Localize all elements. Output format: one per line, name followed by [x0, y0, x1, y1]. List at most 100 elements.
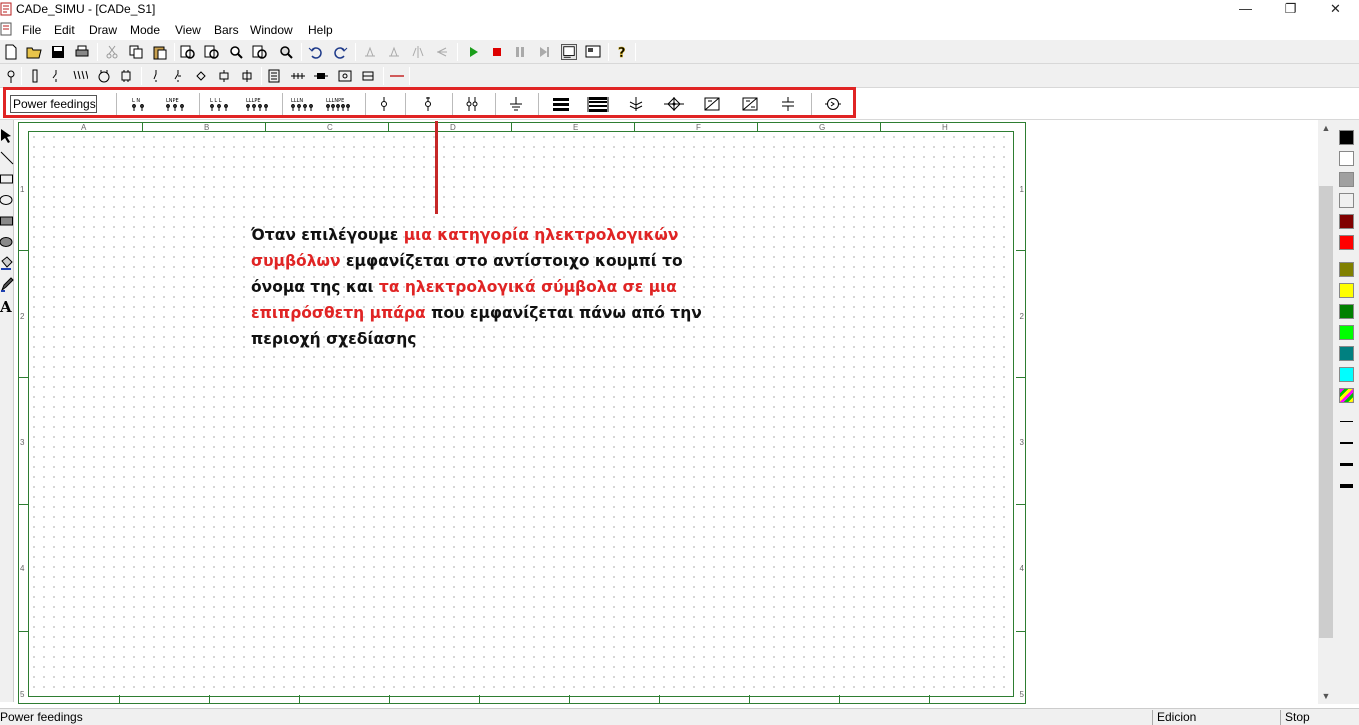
color-swatch-black[interactable]: [1339, 130, 1354, 145]
color-swatch-maroon[interactable]: [1339, 214, 1354, 229]
switch-category-icon[interactable]: [48, 68, 64, 84]
scroll-up-icon[interactable]: ▲: [1318, 120, 1334, 136]
color-swatch-white[interactable]: [1339, 151, 1354, 166]
save-icon[interactable]: [50, 44, 66, 60]
doc-icon[interactable]: [0, 22, 13, 36]
view-page-icon[interactable]: [561, 44, 577, 60]
fuse-category-icon[interactable]: [27, 68, 43, 84]
menu-bars[interactable]: Bars: [214, 23, 239, 37]
menu-file[interactable]: File: [22, 23, 41, 37]
ellipse-tool-icon[interactable]: [0, 190, 14, 210]
status-hint: Power feedings: [0, 710, 83, 724]
filled-rectangle-tool-icon[interactable]: [0, 211, 14, 231]
fill-bucket-icon[interactable]: [0, 253, 14, 273]
menu-bar: File Edit Draw Mode View Bars Window Hel…: [0, 20, 1359, 54]
line-width-1[interactable]: [1340, 421, 1353, 422]
terminal-category-icon[interactable]: [290, 68, 306, 84]
redo-icon[interactable]: [332, 44, 348, 60]
color-swatch-light-gray[interactable]: [1339, 193, 1354, 208]
motor-category-icon[interactable]: [96, 68, 112, 84]
maximize-button[interactable]: ❐: [1268, 0, 1313, 20]
color-swatch-yellow[interactable]: [1339, 283, 1354, 298]
zoom-in-icon[interactable]: [180, 44, 196, 60]
nc-contact-category-icon[interactable]: [170, 68, 186, 84]
annotation-text: Όταν επιλέγουμε μια κατηγορία ηλεκτρολογ…: [251, 222, 731, 352]
cut-icon[interactable]: [104, 44, 120, 60]
annotation-part-1: Όταν επιλέγουμε: [251, 226, 404, 244]
color-swatch-teal[interactable]: [1339, 346, 1354, 361]
line-width-4[interactable]: [1340, 484, 1353, 488]
step-icon[interactable]: [536, 44, 552, 60]
color-swatch-multicolor[interactable]: [1339, 388, 1354, 403]
new-file-icon[interactable]: [3, 44, 19, 60]
scroll-thumb[interactable]: [1319, 186, 1333, 638]
lamp-category-icon[interactable]: [313, 68, 329, 84]
multi-switch-category-icon[interactable]: [72, 68, 88, 84]
rotate-right-icon[interactable]: [386, 44, 402, 60]
color-swatch-green[interactable]: [1339, 304, 1354, 319]
zoom-out-icon[interactable]: [204, 44, 220, 60]
menu-help[interactable]: Help: [308, 23, 333, 37]
color-swatch-olive[interactable]: [1339, 262, 1354, 277]
window-title: CADe_SIMU - [CADe_S1]: [16, 2, 156, 16]
standard-toolbar: ?: [0, 40, 1359, 64]
print-icon[interactable]: [74, 44, 90, 60]
connector-category-icon[interactable]: [360, 68, 376, 84]
help-icon[interactable]: ?: [614, 44, 630, 60]
menu-mode[interactable]: Mode: [130, 23, 160, 37]
menu-window[interactable]: Window: [250, 23, 293, 37]
status-bar: Power feedings Edicion Stop: [0, 708, 1359, 725]
filled-ellipse-tool-icon[interactable]: [0, 232, 14, 252]
minimize-button[interactable]: —: [1223, 0, 1268, 20]
stop-icon[interactable]: [489, 44, 505, 60]
vertical-scrollbar[interactable]: ▲ ▼: [1318, 120, 1334, 704]
pen-color-icon[interactable]: [0, 274, 14, 294]
color-swatch-cyan[interactable]: [1339, 367, 1354, 382]
coil-category-icon[interactable]: [216, 68, 232, 84]
color-swatch-gray[interactable]: [1339, 172, 1354, 187]
menu-view[interactable]: View: [175, 23, 201, 37]
svg-text:?: ?: [618, 46, 626, 60]
play-icon[interactable]: [465, 44, 481, 60]
copy-icon[interactable]: [128, 44, 144, 60]
text-tool-icon[interactable]: A: [0, 296, 14, 316]
open-folder-icon[interactable]: [26, 44, 42, 60]
device-category-icon[interactable]: [118, 68, 134, 84]
row-label-right-5: 5: [1019, 690, 1024, 699]
row-label-4: 4: [20, 564, 25, 573]
rotate-left-icon[interactable]: [362, 44, 378, 60]
layout-icon[interactable]: [585, 44, 601, 60]
diamond-category-icon[interactable]: [193, 68, 209, 84]
plc-category-icon[interactable]: [266, 68, 282, 84]
line-width-3[interactable]: [1340, 463, 1353, 466]
zoom-page-icon[interactable]: [252, 44, 268, 60]
drawing-canvas[interactable]: A B C D E F G H 1 2 3 4 5 1 2 3 4 5: [15, 120, 1333, 704]
status-simulation: Stop: [1285, 710, 1310, 724]
menu-edit[interactable]: Edit: [54, 23, 75, 37]
color-swatch-red[interactable]: [1339, 235, 1354, 250]
pointer-icon[interactable]: [0, 126, 14, 146]
relay-category-icon[interactable]: [239, 68, 255, 84]
line-tool-icon[interactable]: [0, 148, 14, 168]
row-label-right-1: 1: [1019, 185, 1024, 194]
menu-draw[interactable]: Draw: [89, 23, 117, 37]
mirror-icon[interactable]: [410, 44, 426, 60]
color-swatch-lime[interactable]: [1339, 325, 1354, 340]
line-width-2[interactable]: [1340, 442, 1353, 444]
scroll-down-icon[interactable]: ▼: [1318, 688, 1334, 704]
paste-icon[interactable]: [152, 44, 168, 60]
pause-icon[interactable]: [512, 44, 528, 60]
zoom-all-icon[interactable]: [278, 44, 294, 60]
wire-category-icon[interactable]: [389, 68, 405, 84]
contact-category-icon[interactable]: [148, 68, 164, 84]
undo-icon[interactable]: [308, 44, 324, 60]
row-label-1: 1: [20, 185, 25, 194]
rectangle-tool-icon[interactable]: [0, 169, 14, 189]
close-button[interactable]: ✕: [1313, 0, 1358, 20]
power-feedings-category-icon[interactable]: [3, 68, 19, 84]
instrument-category-icon[interactable]: [337, 68, 353, 84]
svg-text:A: A: [0, 298, 12, 314]
zoom-window-icon[interactable]: [228, 44, 244, 60]
flip-icon[interactable]: [434, 44, 450, 60]
row-label-right-2: 2: [1019, 312, 1024, 321]
